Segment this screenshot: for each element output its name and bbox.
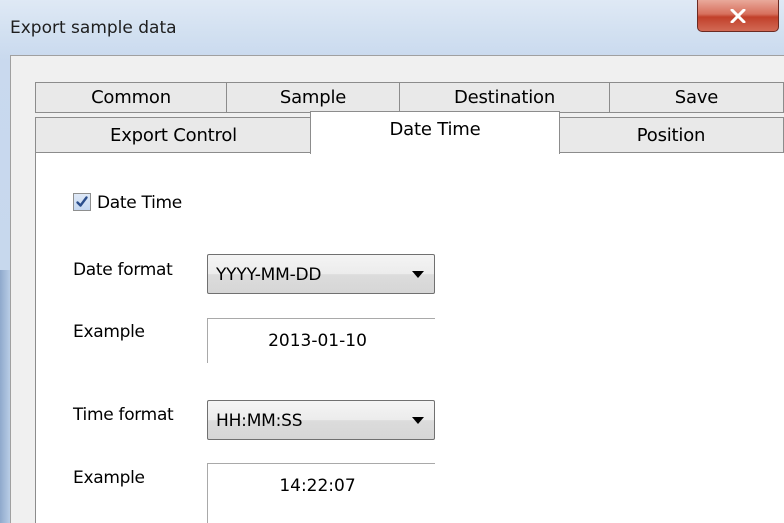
close-x-icon — [730, 8, 746, 23]
date-time-checkbox-label: Date Time — [97, 193, 182, 213]
chevron-down-icon — [412, 271, 424, 278]
window-border — [0, 270, 10, 523]
time-format-label: Time format — [73, 405, 174, 425]
time-format-select[interactable]: HH:MM:SS — [207, 400, 435, 440]
window-title: Export sample data — [10, 18, 177, 38]
date-example-field: 2013-01-10 — [207, 318, 435, 363]
tab-destination[interactable]: Destination — [399, 82, 610, 113]
close-button[interactable] — [697, 0, 779, 32]
date-format-label: Date format — [73, 260, 173, 280]
tab-sample[interactable]: Sample — [226, 82, 400, 113]
date-time-checkbox[interactable] — [73, 193, 91, 211]
time-example-value: 14:22:07 — [279, 476, 356, 496]
tab-date-time[interactable]: Date Time — [310, 111, 560, 154]
date-example-label: Example — [73, 322, 145, 342]
chevron-down-icon — [412, 417, 424, 424]
tab-save[interactable]: Save — [609, 82, 784, 113]
tab-export-control[interactable]: Export Control — [35, 117, 312, 153]
tab-position[interactable]: Position — [558, 117, 784, 153]
tab-common[interactable]: Common — [35, 82, 227, 113]
time-example-field: 14:22:07 — [207, 463, 435, 523]
date-format-select[interactable]: YYYY-MM-DD — [207, 254, 435, 294]
time-example-label: Example — [73, 468, 145, 488]
checkmark-icon — [76, 196, 88, 207]
date-format-value: YYYY-MM-DD — [216, 265, 322, 285]
date-example-value: 2013-01-10 — [268, 331, 367, 351]
time-format-value: HH:MM:SS — [216, 411, 303, 431]
